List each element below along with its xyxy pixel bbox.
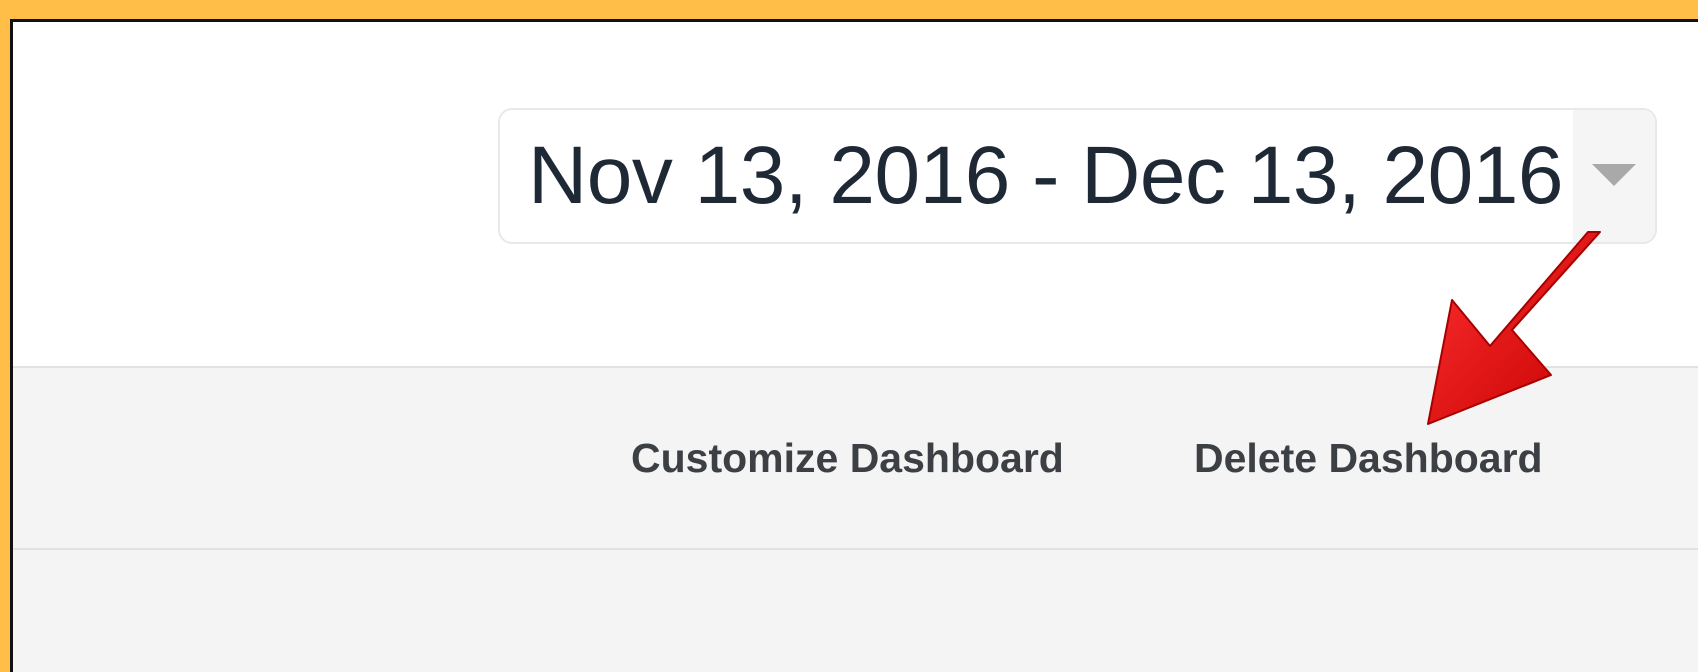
screenshot-frame: Nov 13, 2016 - Dec 13, 2016 Customize Da…: [10, 19, 1698, 672]
customize-dashboard-link[interactable]: Customize Dashboard: [631, 428, 1064, 488]
dashboard-header: Nov 13, 2016 - Dec 13, 2016: [13, 22, 1698, 368]
chevron-down-icon: [1592, 164, 1636, 186]
date-range-label: Nov 13, 2016 - Dec 13, 2016: [528, 130, 1563, 221]
date-range-dropdown-button[interactable]: [1573, 110, 1655, 242]
dashboard-content-area: [13, 550, 1698, 672]
date-range-picker[interactable]: Nov 13, 2016 - Dec 13, 2016: [498, 108, 1657, 244]
delete-dashboard-link[interactable]: Delete Dashboard: [1194, 428, 1543, 488]
dashboard-toolbar: Customize Dashboard Delete Dashboard: [13, 368, 1698, 550]
